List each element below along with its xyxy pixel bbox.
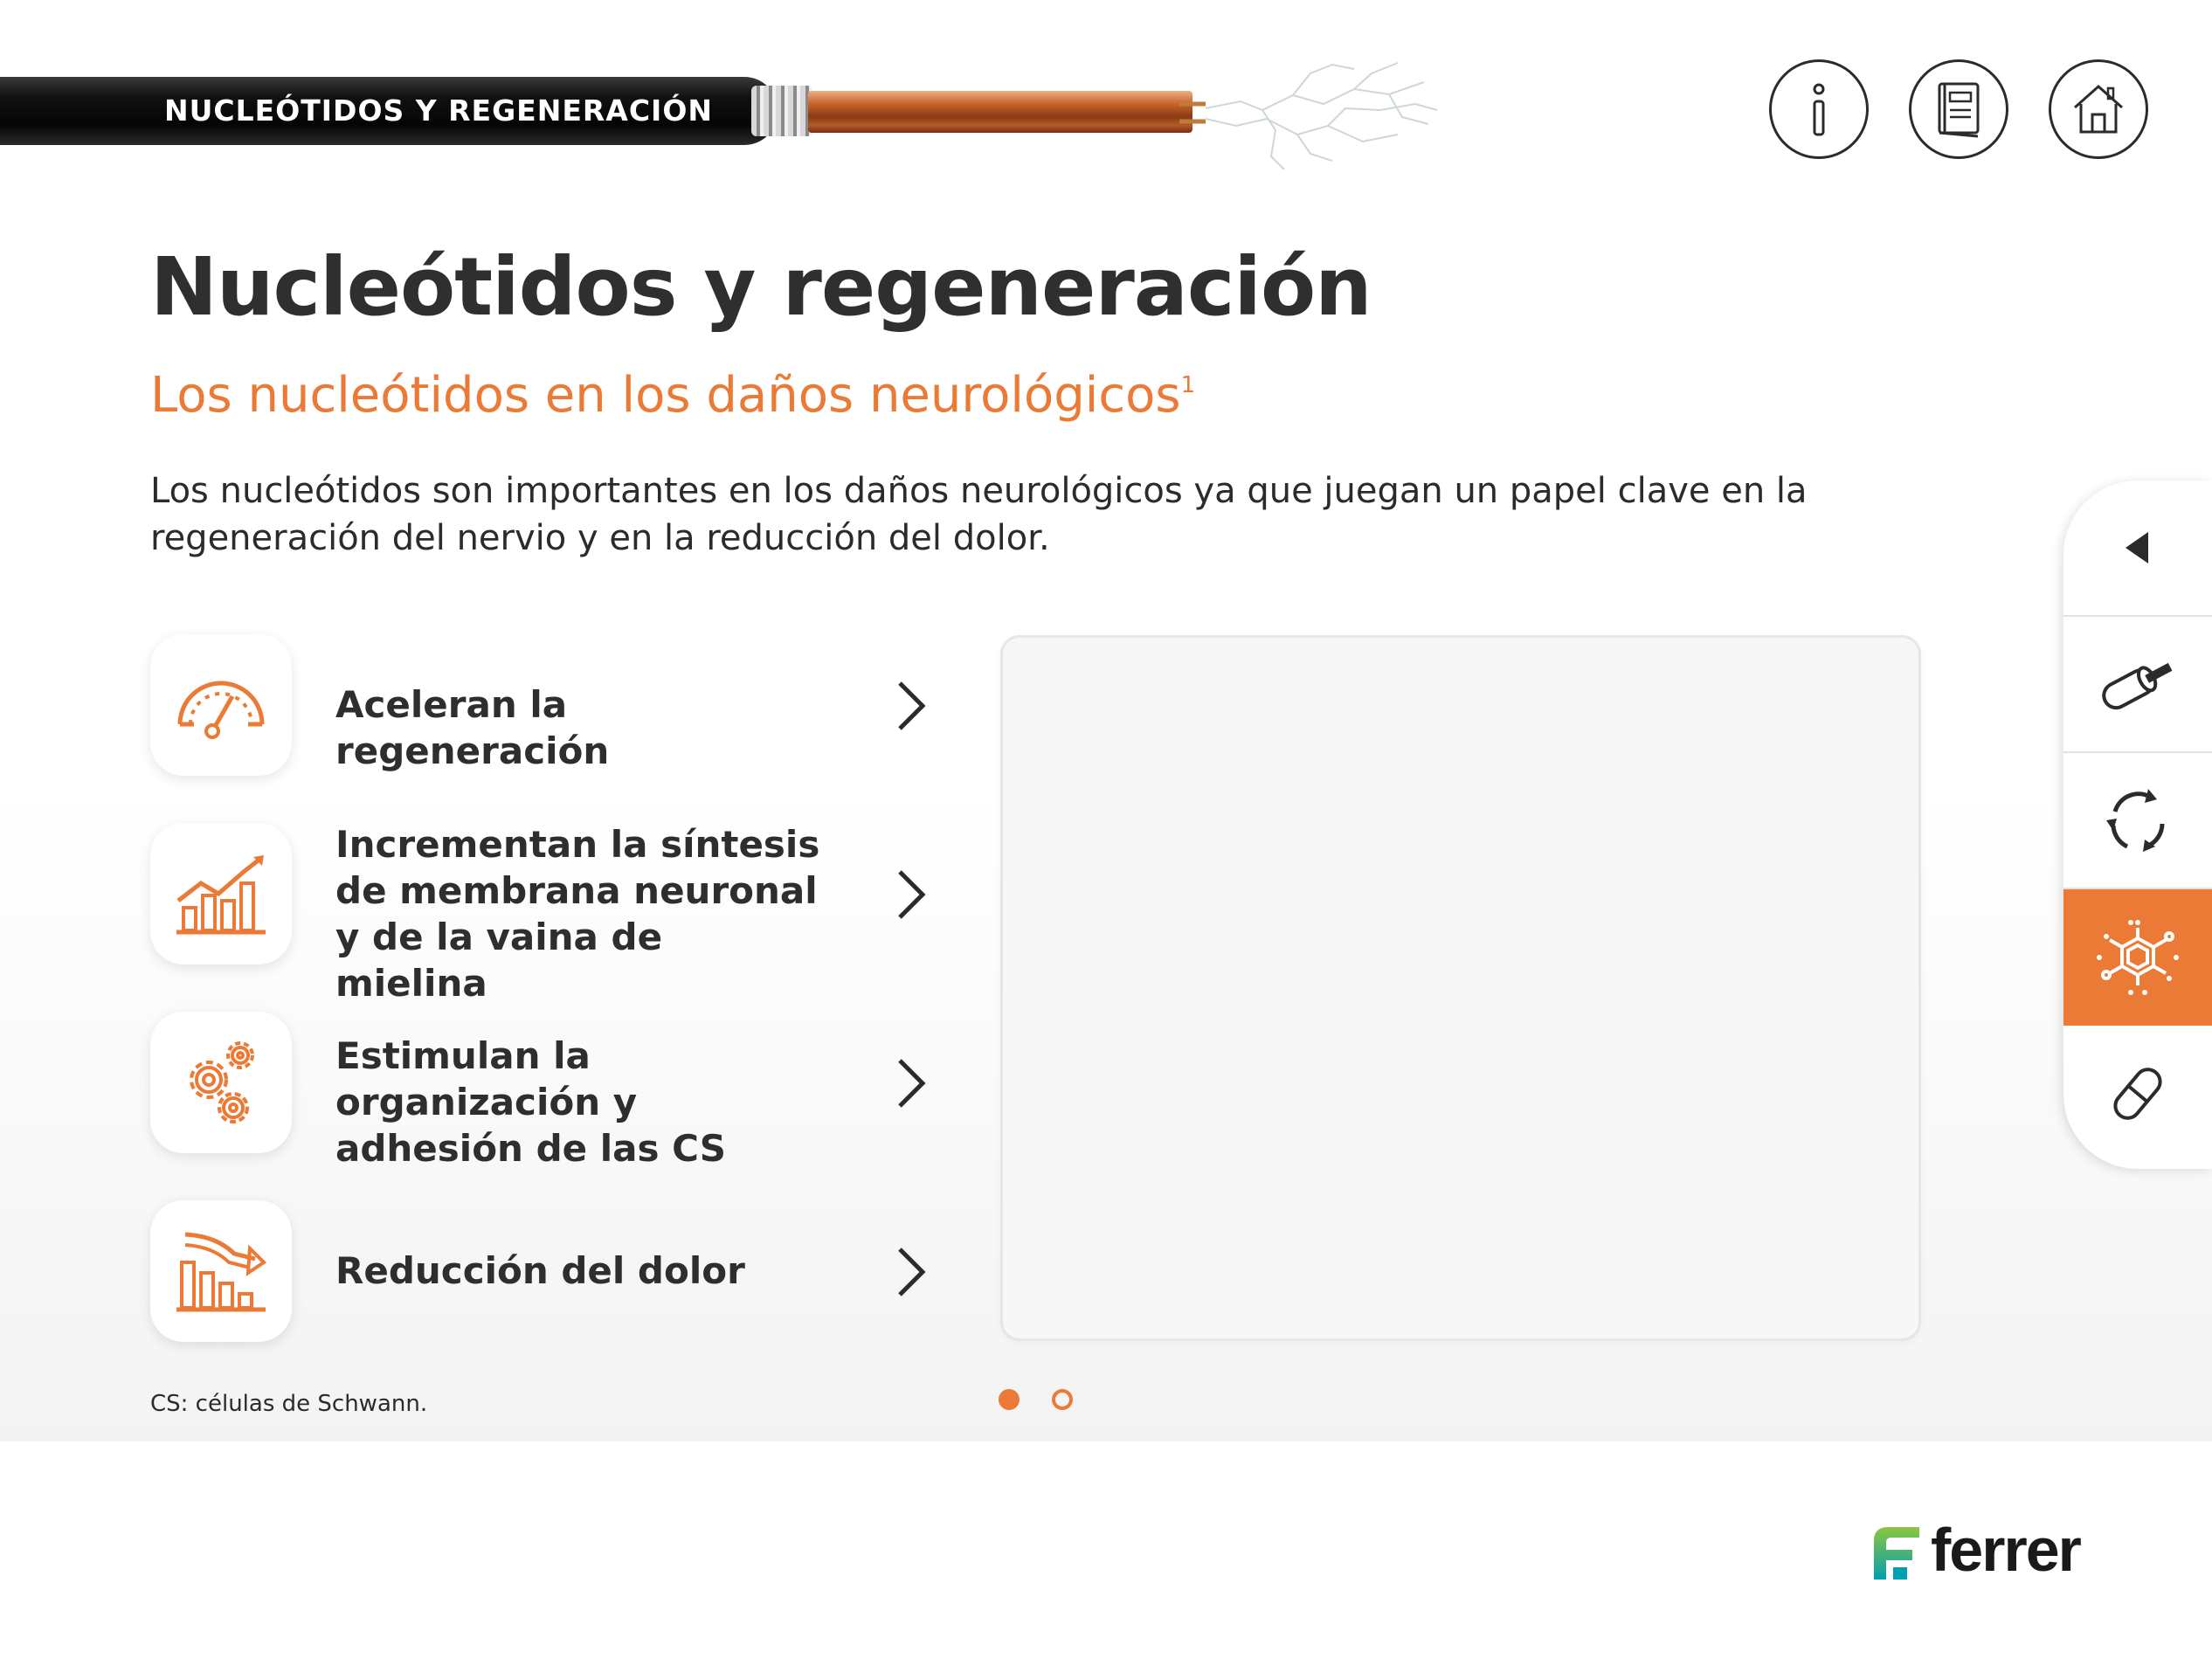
info-icon [1813, 83, 1825, 136]
chevron-right-icon[interactable] [884, 1246, 937, 1298]
feature-icon-card [150, 823, 292, 964]
feature-label: Estimulan la organización y adhesión de … [335, 1034, 726, 1170]
feature-icon-card [150, 1012, 292, 1153]
collapse-arrow-icon [2126, 532, 2148, 563]
chevron-right-icon[interactable] [884, 1057, 937, 1109]
section-title: NUCLEÓTIDOS Y REGENERACIÓN [164, 93, 713, 128]
decline-chart-icon [176, 1232, 267, 1312]
feature-icon-card [150, 1200, 292, 1342]
cable-header-graphic: NUCLEÓTIDOS Y REGENERACIÓN [0, 56, 1485, 178]
feature-item-accelerate-regeneration[interactable]: Aceleran la regeneración [150, 634, 937, 778]
chevron-right-icon[interactable] [884, 680, 937, 732]
feature-icon-card [150, 634, 292, 776]
feature-item-schwann-organization[interactable]: Estimulan la organización y adhesión de … [150, 1012, 937, 1170]
molecule-icon [2097, 920, 2179, 995]
home-button[interactable] [2049, 59, 2148, 159]
feature-label: Aceleran la regeneración [335, 683, 610, 772]
side-nav-item-molecule-active[interactable] [2063, 889, 2212, 1026]
intro-paragraph: Los nucleótidos son importantes en los d… [150, 471, 1808, 558]
side-navigation [2063, 480, 2212, 1169]
home-icon [2074, 84, 2123, 134]
side-nav-item-cable[interactable] [2063, 617, 2212, 753]
cable-connector [751, 86, 812, 136]
spark-wires-graphic [1179, 62, 1438, 170]
ferrer-logo: ferrer [1870, 1516, 2088, 1584]
references-button[interactable] [1909, 59, 2008, 159]
side-nav-collapse[interactable] [2063, 480, 2212, 617]
page-subtitle: Los nucleótidos en los daños neurológico… [150, 367, 1195, 424]
footnote: CS: células de Schwann. [150, 1391, 428, 1417]
feature-label: Incrementan la síntesis de membrana neur… [335, 823, 820, 1005]
speedometer-icon [177, 681, 265, 739]
feature-item-membrane-synthesis[interactable]: Incrementan la síntesis de membrana neur… [150, 823, 937, 1005]
side-nav-item-pill[interactable] [2063, 1026, 2212, 1162]
content-panel [1000, 635, 1921, 1341]
page-title: Nucleótidos y regeneración [150, 240, 1372, 334]
cable-icon [2102, 662, 2173, 710]
info-button[interactable] [1769, 59, 1869, 159]
cycle-icon [2106, 789, 2165, 852]
pagination-dot-2[interactable] [1052, 1389, 1073, 1410]
feature-label: Reducción del dolor [335, 1249, 745, 1292]
ferrer-logo-text: ferrer [1931, 1516, 2082, 1584]
chevron-right-icon[interactable] [884, 868, 937, 921]
book-icon [1938, 82, 1980, 138]
subtitle-text: Los nucleótidos en los daños neurológico… [150, 367, 1181, 424]
cable-copper-core [808, 91, 1192, 133]
feature-item-pain-reduction[interactable]: Reducción del dolor [150, 1200, 937, 1344]
footnote-reference[interactable]: 1 [1181, 372, 1196, 398]
pagination-dot-1[interactable] [999, 1389, 1020, 1410]
ferrer-logo-mark [1874, 1527, 1919, 1580]
pill-icon [2113, 1068, 2162, 1120]
gears-icon [190, 1041, 254, 1123]
growth-chart-icon [176, 855, 266, 935]
side-nav-item-cycle[interactable] [2063, 753, 2212, 889]
